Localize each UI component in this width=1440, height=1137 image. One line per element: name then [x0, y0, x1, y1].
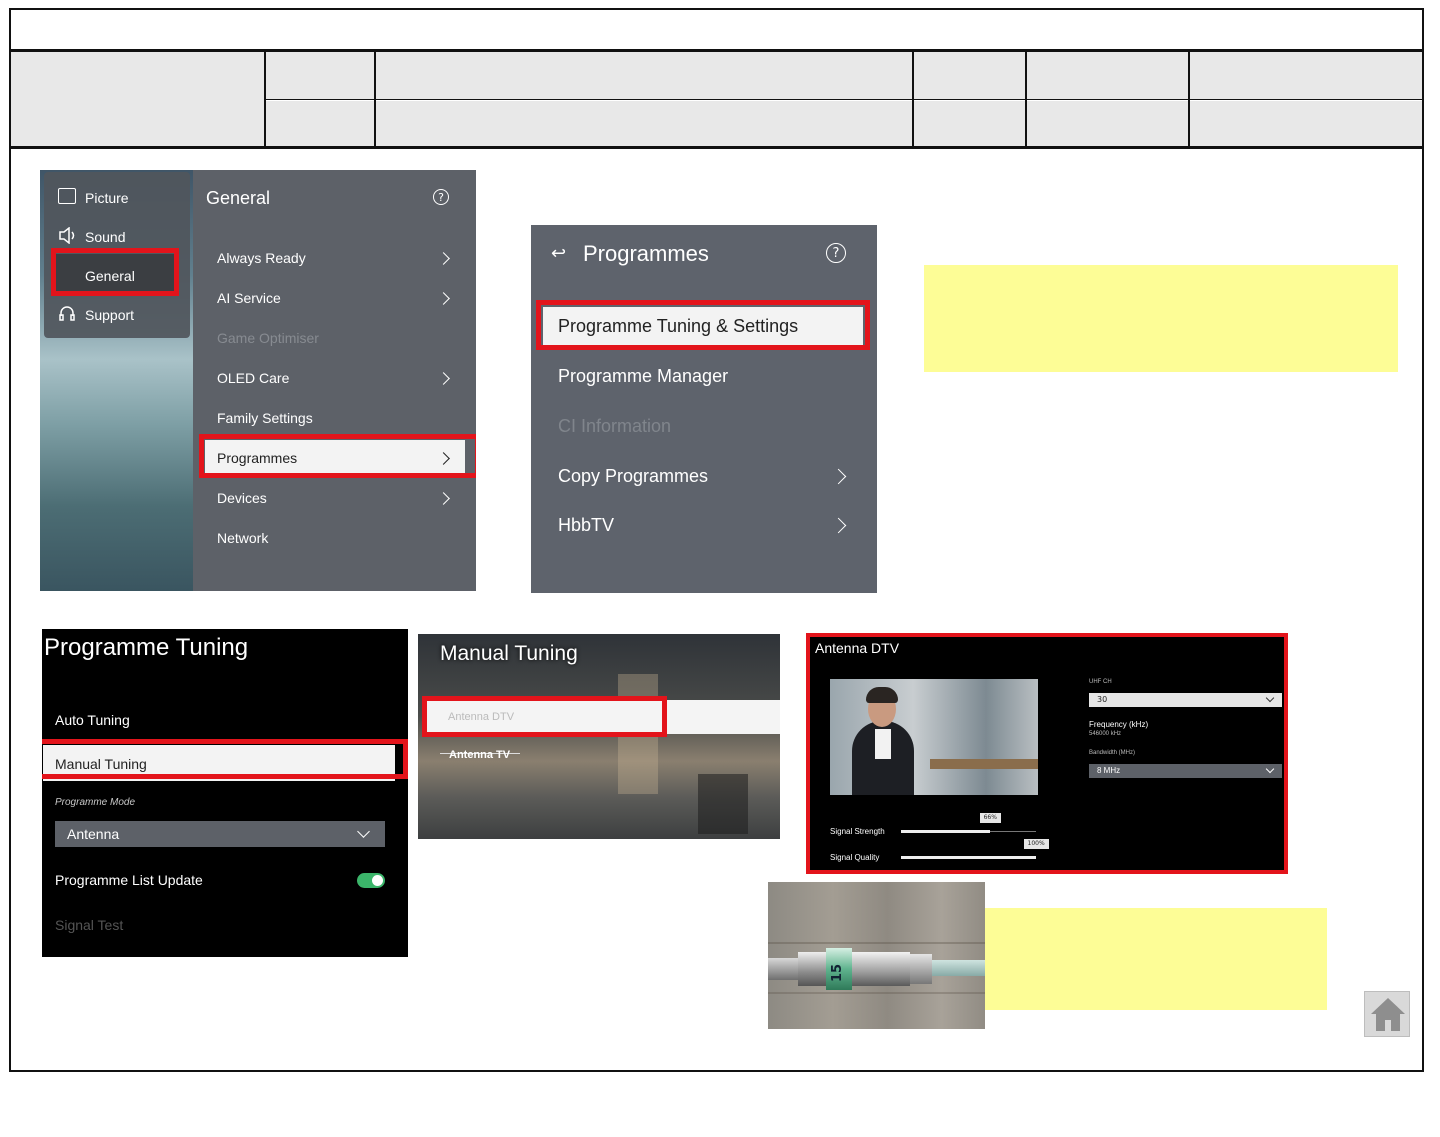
programmes-screenshot: ↩ Programmes ? Programme Tuning & Settin… — [531, 225, 877, 593]
menu-item-ci-information: CI Information — [558, 416, 672, 436]
connector-nut — [768, 958, 798, 980]
note-box — [985, 908, 1327, 1010]
sidebar-item-support[interactable]: Support — [85, 307, 134, 323]
back-arrow-icon[interactable]: ↩ — [551, 243, 566, 264]
header-cell — [266, 52, 374, 99]
header-cell — [1190, 101, 1422, 146]
programme-list-update-toggle[interactable] — [357, 873, 385, 888]
menu-item-oled-care[interactable]: OLED Care — [217, 370, 289, 386]
menu-item-always-ready[interactable]: Always Ready — [217, 250, 306, 266]
general-settings-screenshot: Picture Sound General Support General ? … — [40, 170, 476, 591]
note-box — [924, 265, 1398, 372]
header-bottom-divider — [9, 146, 1424, 149]
header-cell — [1027, 101, 1188, 146]
header-cell-title — [11, 52, 264, 146]
connector-photo: 15 — [768, 882, 985, 1029]
attenuator-label: 15 — [830, 963, 845, 982]
menu-item-programme-manager[interactable]: Programme Manager — [558, 366, 728, 387]
header-row-line — [266, 99, 1422, 100]
highlight-box-manual-tuning — [42, 739, 408, 779]
connector-nut — [798, 952, 826, 986]
picture-icon — [58, 188, 76, 204]
wood-grain — [768, 942, 985, 944]
programme-list-update-label: Programme List Update — [55, 872, 203, 888]
menu-title: Programmes — [583, 241, 709, 266]
help-icon[interactable]: ? — [826, 243, 846, 263]
programme-mode-label: Programme Mode — [55, 797, 136, 808]
menu-item-signal-test: Signal Test — [55, 917, 124, 933]
header-cell — [914, 101, 1025, 146]
help-icon[interactable]: ? — [433, 189, 449, 205]
sound-icon — [58, 226, 76, 245]
screen-title: Manual Tuning — [440, 642, 578, 665]
programme-tuning-screenshot: Programme Tuning Auto Tuning Manual Tuni… — [42, 629, 408, 957]
sidebar-item-picture[interactable]: Picture — [85, 190, 129, 206]
header-cell — [914, 52, 1025, 99]
header-cell — [1027, 52, 1188, 99]
menu-item-antenna-tv[interactable]: Antenna TV — [449, 749, 510, 761]
highlight-box-antenna-dtv — [422, 696, 667, 737]
home-icon — [1371, 998, 1405, 1031]
headset-icon — [58, 305, 76, 323]
header-cell — [376, 101, 912, 146]
highlight-box-antenna-dtv-screen — [806, 633, 1288, 874]
connector-nut — [910, 954, 932, 984]
home-button[interactable] — [1364, 991, 1410, 1037]
background-shape — [698, 774, 748, 834]
header-cell — [266, 101, 374, 146]
highlight-box-programmes — [199, 434, 476, 478]
screen-title: Programme Tuning — [44, 634, 249, 661]
header-cell — [1190, 52, 1422, 99]
coax-cable — [932, 960, 985, 976]
menu-item-copy-programmes[interactable]: Copy Programmes — [558, 466, 708, 487]
programme-mode-value: Antenna — [67, 826, 120, 842]
wood-grain — [768, 992, 985, 994]
manual-tuning-screenshot: Manual Tuning Antenna DTV Antenna TV — [418, 634, 780, 839]
menu-item-family-settings[interactable]: Family Settings — [217, 410, 313, 426]
menu-item-auto-tuning[interactable]: Auto Tuning — [55, 712, 130, 728]
sidebar-item-sound[interactable]: Sound — [85, 229, 125, 245]
menu-title: General — [206, 188, 271, 208]
chevron-right-icon — [830, 468, 847, 485]
chevron-right-icon — [830, 517, 847, 534]
connector-body — [852, 952, 910, 986]
menu-item-ai-service[interactable]: AI Service — [217, 290, 281, 306]
menu-item-network[interactable]: Network — [217, 530, 268, 546]
menu-item-game-optimiser: Game Optimiser — [217, 330, 319, 346]
highlight-box-general — [51, 248, 179, 296]
menu-item-hbbtv[interactable]: HbbTV — [558, 515, 614, 536]
highlight-box-programme-tuning — [536, 300, 870, 350]
header-cell — [376, 52, 912, 99]
menu-item-devices[interactable]: Devices — [217, 490, 267, 506]
